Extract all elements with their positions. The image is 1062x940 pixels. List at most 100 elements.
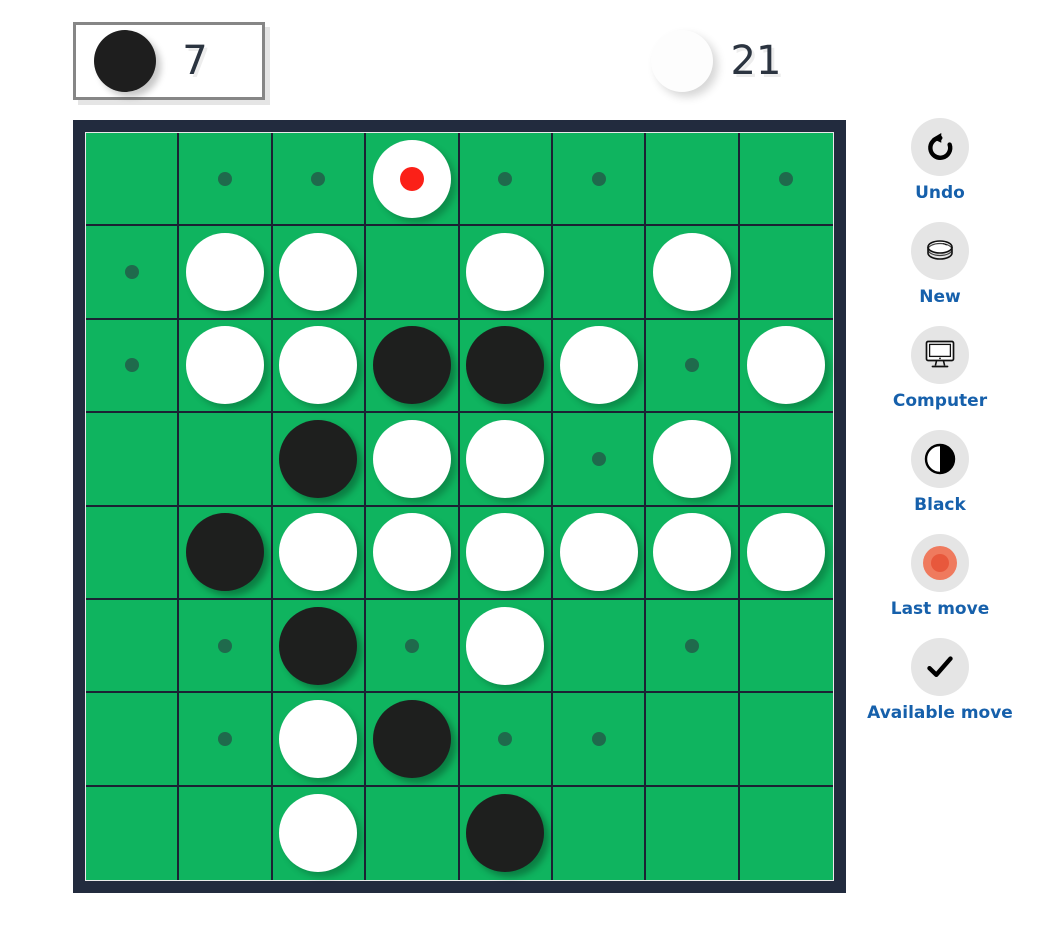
board-cell[interactable] — [552, 319, 647, 414]
sidebar-button-undo[interactable]: Undo — [866, 118, 1014, 203]
board-cell[interactable] — [459, 693, 553, 787]
board-cell[interactable] — [739, 599, 833, 694]
available-move-hint-dot-icon[interactable] — [591, 171, 606, 186]
board-cell[interactable] — [552, 226, 647, 320]
sidebar-button-last-move[interactable]: Last move — [866, 534, 1014, 619]
board-cell[interactable] — [272, 506, 367, 600]
board-cell[interactable] — [739, 226, 833, 320]
board-cell[interactable] — [646, 226, 740, 320]
board-cell[interactable] — [459, 133, 553, 227]
board-cell[interactable] — [552, 133, 647, 227]
black-disc — [372, 326, 451, 405]
board-cell[interactable] — [86, 133, 180, 227]
board-cell[interactable] — [646, 319, 740, 414]
board-cell[interactable] — [86, 786, 180, 880]
board-cell[interactable] — [552, 506, 647, 600]
available-move-hint-dot-icon[interactable] — [124, 265, 139, 280]
black-disc — [372, 699, 451, 778]
board-cell[interactable] — [272, 599, 367, 694]
board-cell[interactable] — [86, 599, 180, 694]
board-cell[interactable] — [459, 599, 553, 694]
available-move-hint-dot-icon[interactable] — [684, 638, 699, 653]
board-cell[interactable] — [86, 506, 180, 600]
board-cell[interactable] — [646, 599, 740, 694]
available-move-hint-dot-icon[interactable] — [311, 171, 326, 186]
board-cell[interactable] — [86, 693, 180, 787]
board-cell[interactable] — [739, 413, 833, 507]
black-score-value: 7 — [182, 38, 208, 84]
board-cell[interactable] — [739, 133, 833, 227]
board-cell[interactable] — [272, 786, 367, 880]
available-move-hint-dot-icon[interactable] — [218, 638, 233, 653]
board-cell[interactable] — [179, 599, 273, 694]
board-cell[interactable] — [86, 226, 180, 320]
board-cell[interactable] — [272, 413, 367, 507]
board-cell[interactable] — [552, 599, 647, 694]
board-cell[interactable] — [459, 413, 553, 507]
board-cell[interactable] — [366, 786, 460, 880]
board-cell[interactable] — [366, 226, 460, 320]
score-panel-black[interactable]: 7 — [73, 22, 265, 100]
board-cell[interactable] — [179, 786, 273, 880]
board-cell[interactable] — [739, 319, 833, 414]
black-disc — [279, 419, 358, 498]
board-cell[interactable] — [272, 693, 367, 787]
available-move-hint-dot-icon[interactable] — [684, 358, 699, 373]
score-panel-white[interactable]: 21 — [630, 22, 830, 100]
board-cell[interactable] — [366, 506, 460, 600]
board-cell[interactable] — [552, 413, 647, 507]
sidebar-button-label: Available move — [867, 703, 1013, 723]
board-cell[interactable] — [366, 133, 460, 227]
black-disc — [279, 606, 358, 685]
board-cell[interactable] — [552, 786, 647, 880]
board-cell[interactable] — [366, 413, 460, 507]
board-cell[interactable] — [272, 133, 367, 227]
white-disc — [372, 513, 451, 592]
sidebar-button-available-move[interactable]: Available move — [866, 638, 1014, 723]
board-cell[interactable] — [646, 133, 740, 227]
board-cell[interactable] — [86, 413, 180, 507]
board-cell[interactable] — [86, 319, 180, 414]
board-cell[interactable] — [739, 786, 833, 880]
available-move-hint-dot-icon[interactable] — [124, 358, 139, 373]
last-move-marker-icon — [399, 166, 424, 191]
board-cell[interactable] — [646, 786, 740, 880]
board-cell[interactable] — [272, 319, 367, 414]
available-move-hint-dot-icon[interactable] — [498, 171, 513, 186]
available-move-hint-dot-icon[interactable] — [404, 638, 419, 653]
available-move-hint-dot-icon[interactable] — [498, 731, 513, 746]
board-cell[interactable] — [366, 693, 460, 787]
available-move-hint-dot-icon[interactable] — [218, 731, 233, 746]
board-cell[interactable] — [179, 319, 273, 414]
board-cell[interactable] — [366, 599, 460, 694]
available-move-hint-dot-icon[interactable] — [218, 171, 233, 186]
board-cell[interactable] — [179, 506, 273, 600]
board-cell[interactable] — [459, 319, 553, 414]
sidebar-button-label: Last move — [890, 599, 990, 619]
board-cell[interactable] — [179, 133, 273, 227]
disc-stack-icon — [911, 222, 969, 280]
sidebar-button-new[interactable]: New — [866, 222, 1014, 307]
board-cell[interactable] — [646, 506, 740, 600]
board-cell[interactable] — [739, 506, 833, 600]
board-cell[interactable] — [646, 693, 740, 787]
board-cell[interactable] — [179, 693, 273, 787]
available-move-hint-dot-icon[interactable] — [591, 731, 606, 746]
board-cell[interactable] — [366, 319, 460, 414]
board-cell[interactable] — [272, 226, 367, 320]
board-cell[interactable] — [646, 413, 740, 507]
board-cell[interactable] — [552, 693, 647, 787]
available-move-hint-dot-icon[interactable] — [591, 451, 606, 466]
available-move-hint-dot-icon[interactable] — [779, 171, 794, 186]
othello-board[interactable] — [85, 132, 834, 881]
board-cell[interactable] — [179, 413, 273, 507]
sidebar-button-black[interactable]: Black — [866, 430, 1014, 515]
board-cell[interactable] — [739, 693, 833, 787]
contrast-circle-icon — [911, 430, 969, 488]
board-cell[interactable] — [459, 226, 553, 320]
board-cell[interactable] — [179, 226, 273, 320]
board-cell[interactable] — [459, 506, 553, 600]
sidebar-button-computer[interactable]: Computer — [866, 326, 1014, 411]
board-cell[interactable] — [459, 786, 553, 880]
white-disc — [466, 419, 545, 498]
